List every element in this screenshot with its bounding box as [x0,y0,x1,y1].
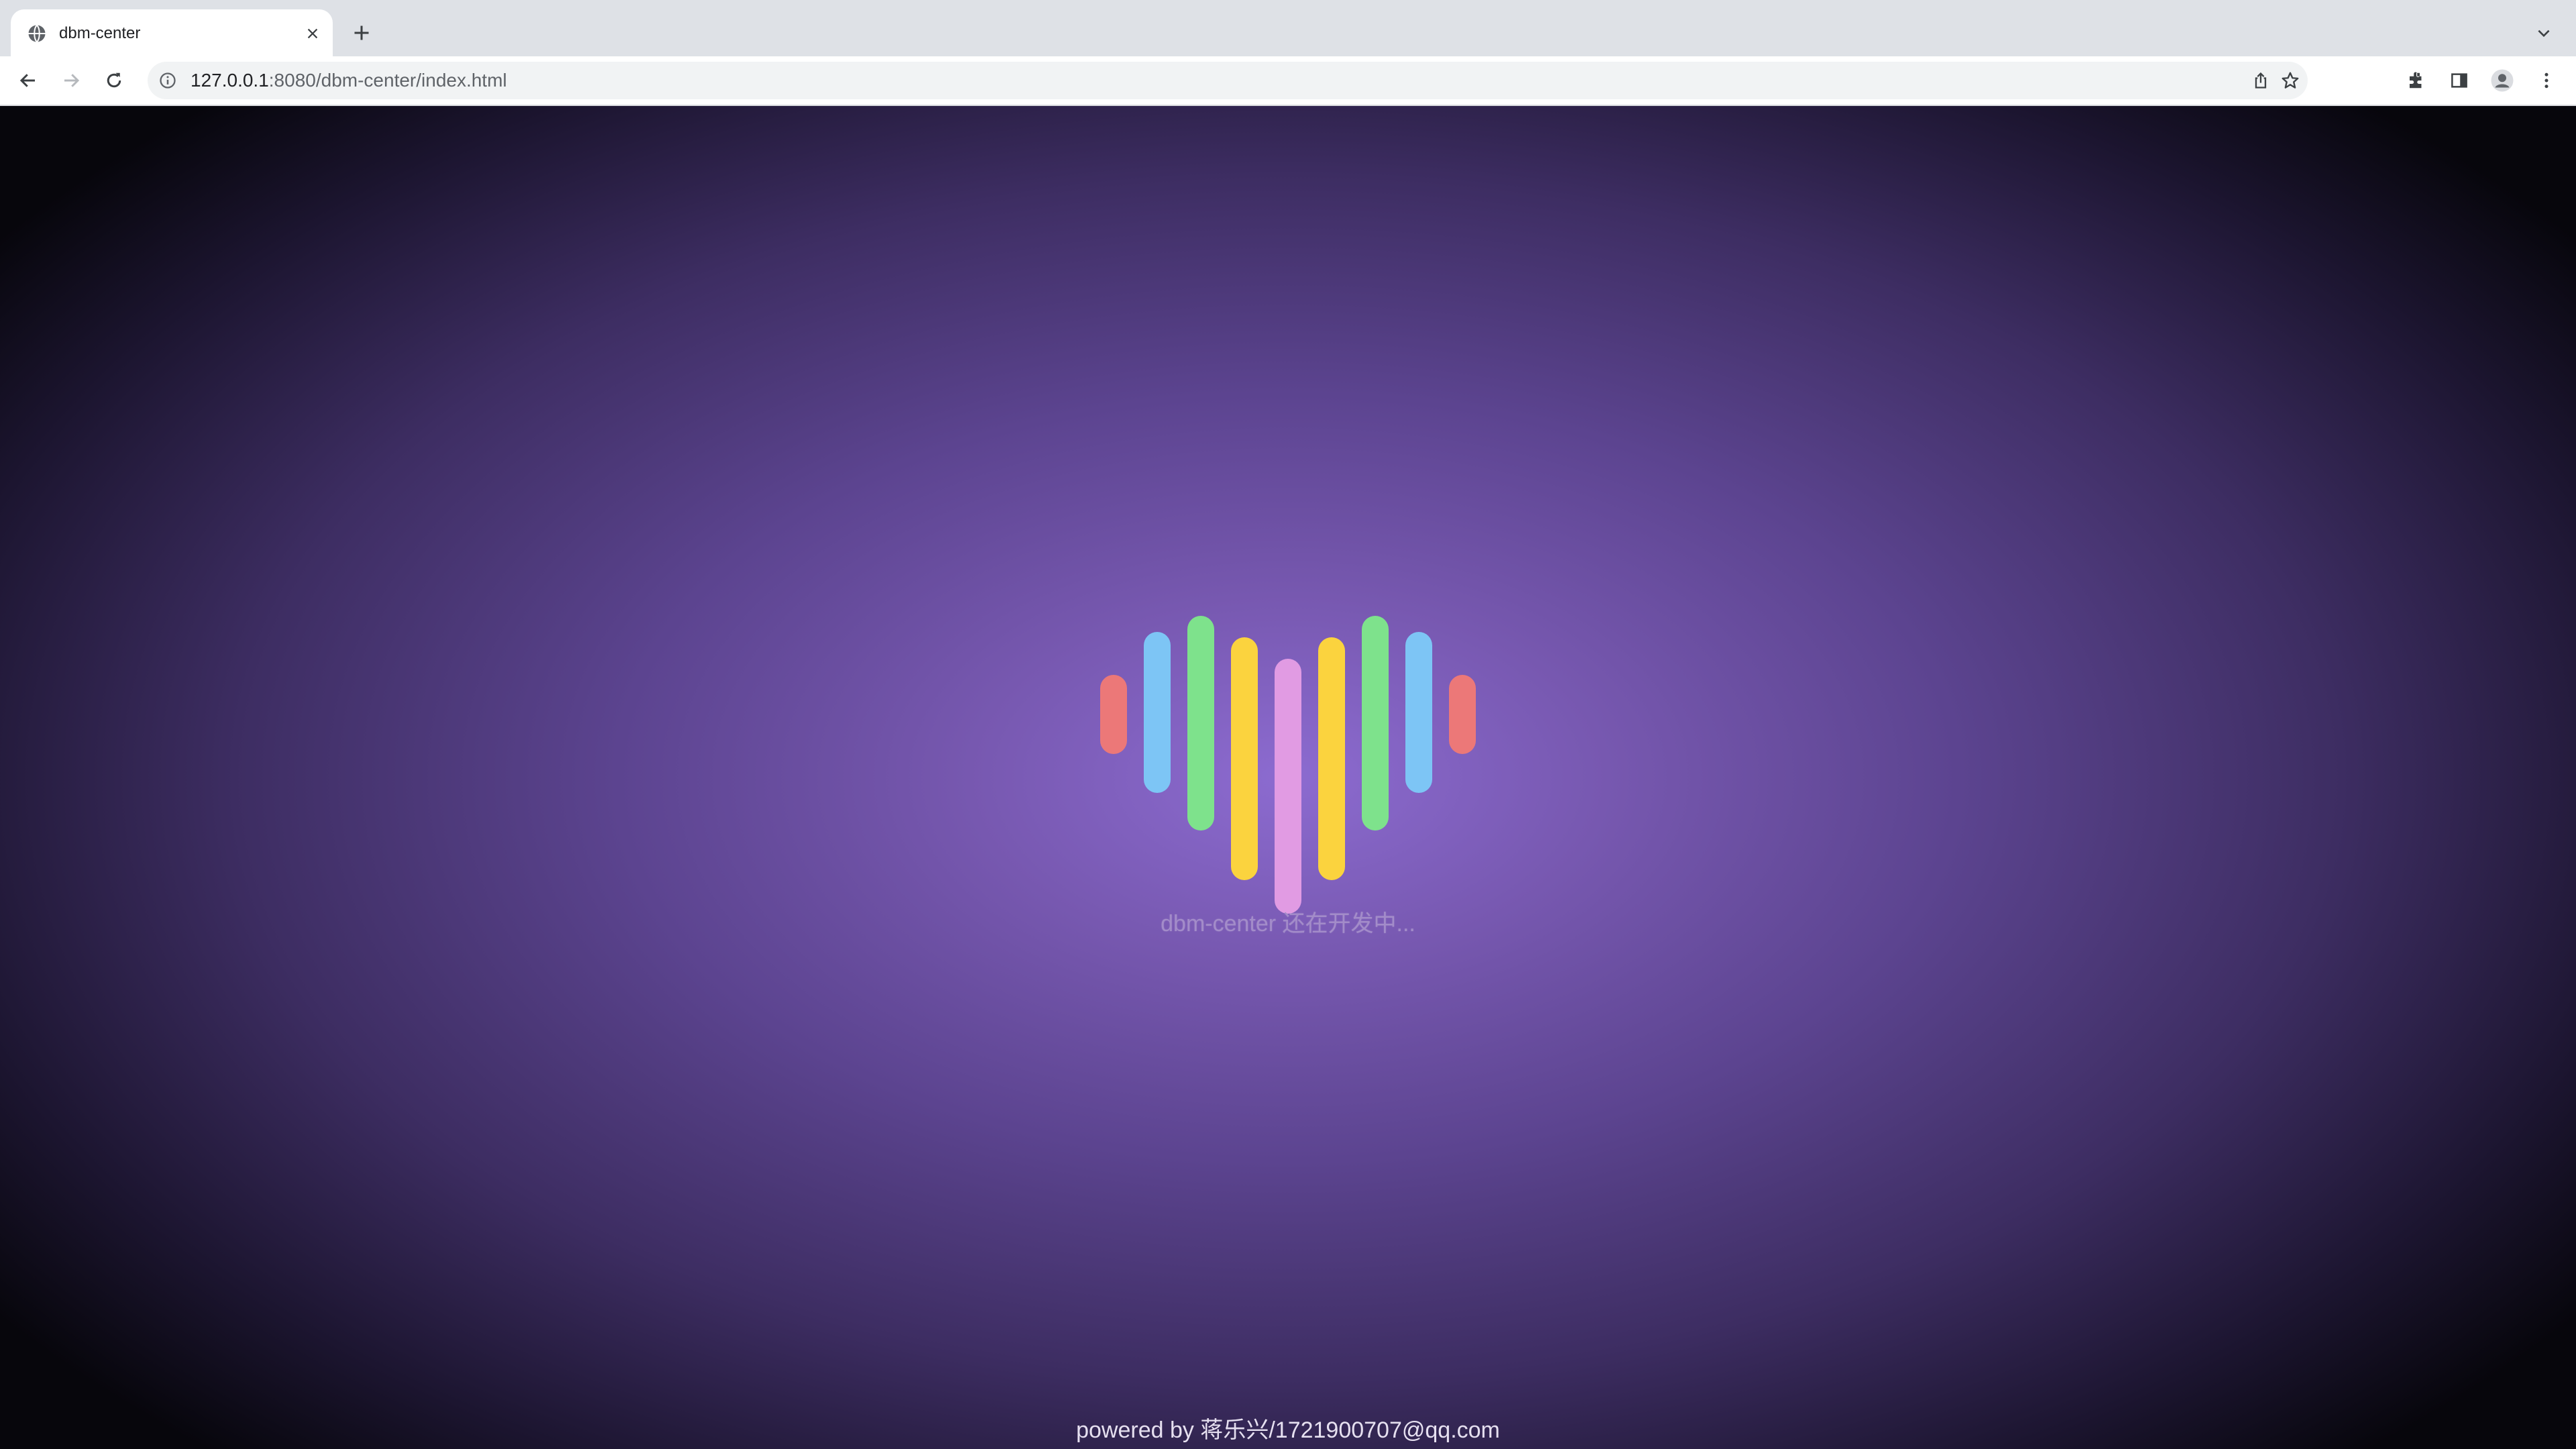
url-host: 127.0.0.1 [191,70,269,91]
tab-dbm-center[interactable]: dbm-center [11,9,333,56]
extensions-icon[interactable] [2402,66,2431,95]
close-tab-icon[interactable] [301,21,325,46]
url-text[interactable]: 127.0.0.1:8080/dbm-center/index.html [191,70,507,91]
page-viewport: dbm-center 还在开发中... powered by 蒋乐兴/17219… [0,106,2576,1449]
share-icon[interactable] [2247,67,2274,94]
profile-icon[interactable] [2487,66,2517,95]
footer-credit: powered by 蒋乐兴/1721900707@qq.com [1076,1417,1500,1443]
browser-window: dbm-center 127.0.0.1:8080/dbm-center/ind… [0,0,2576,1449]
loader-bar-pink-center [1275,659,1301,914]
globe-icon [27,23,47,44]
loader-bar-green-left [1187,616,1214,830]
loader-bar-yellow-left [1231,637,1258,880]
menu-icon[interactable] [2532,66,2561,95]
loader-bar-red-left [1100,675,1127,754]
loader-bar-red-right [1449,675,1476,754]
new-tab-icon[interactable] [347,19,376,47]
side-panel-icon[interactable] [2445,66,2474,95]
tab-strip: dbm-center [0,0,2576,56]
loader-bar-yellow-right [1318,637,1345,880]
reload-icon[interactable] [99,66,129,95]
tab-title: dbm-center [59,24,141,42]
browser-toolbar: 127.0.0.1:8080/dbm-center/index.html [0,56,2576,106]
loader-bar-blue-right [1405,632,1432,793]
star-icon[interactable] [2277,67,2304,94]
info-icon[interactable] [157,70,178,91]
loading-animation [1087,609,1489,918]
chevron-down-icon[interactable] [2530,20,2557,47]
loader-bar-blue-left [1144,632,1171,793]
back-icon[interactable] [13,66,43,95]
forward-icon[interactable] [56,66,86,95]
status-text: dbm-center 还在开发中... [1161,911,1415,936]
url-path: :8080/dbm-center/index.html [268,70,507,91]
loader-bar-green-right [1362,616,1389,830]
address-bar[interactable]: 127.0.0.1:8080/dbm-center/index.html [148,62,2308,99]
